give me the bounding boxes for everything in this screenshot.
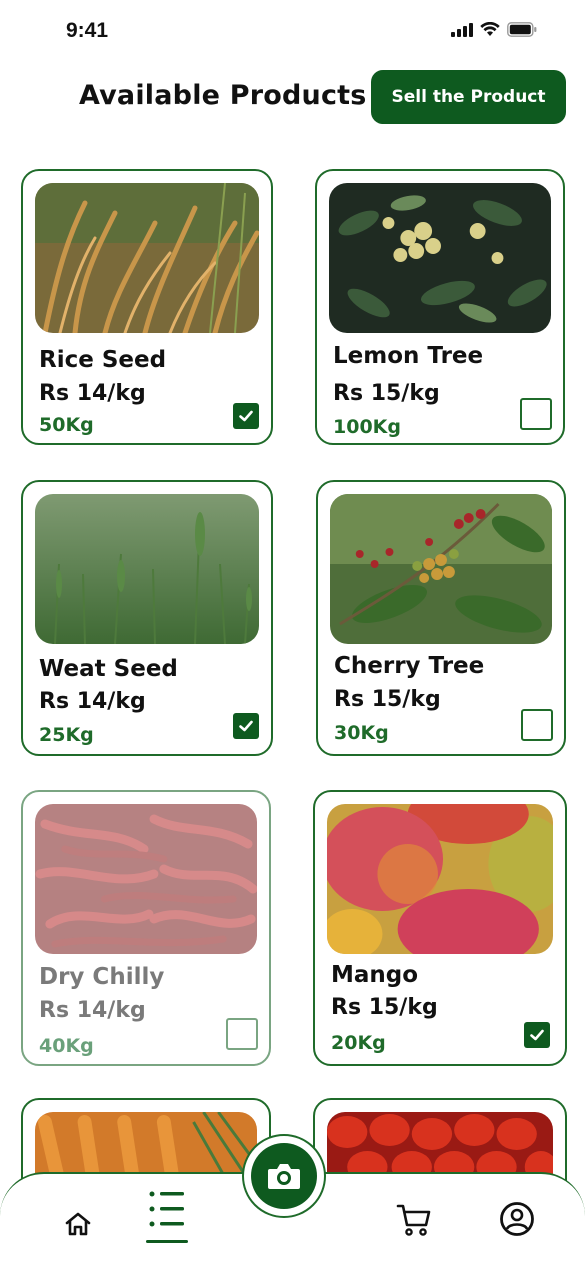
product-quantity: 40Kg	[39, 1035, 94, 1057]
status-bar: 9:41	[0, 0, 585, 60]
product-quantity: 30Kg	[334, 722, 389, 744]
sell-product-button[interactable]: Sell the Product	[371, 70, 566, 124]
product-card-dry-chilly[interactable]: Dry Chilly Rs 14/kg 40Kg	[21, 790, 271, 1066]
product-quantity: 25Kg	[39, 724, 94, 746]
product-name: Rice Seed	[39, 347, 167, 373]
product-price: Rs 14/kg	[39, 381, 146, 406]
rice-seed-photo	[35, 183, 259, 333]
active-tab-indicator	[146, 1240, 188, 1243]
wheat-seed-photo	[35, 494, 259, 644]
product-quantity: 100Kg	[333, 416, 401, 438]
product-name: Weat Seed	[39, 656, 178, 682]
list-icon[interactable]	[142, 1184, 190, 1234]
product-name: Cherry Tree	[334, 653, 485, 679]
product-price: Rs 14/kg	[39, 998, 146, 1023]
camera-icon	[251, 1143, 317, 1209]
product-checkbox[interactable]	[233, 713, 259, 739]
product-card-mango[interactable]: Mango Rs 15/kg 20Kg	[313, 790, 567, 1066]
signal-icon	[451, 22, 473, 37]
product-checkbox[interactable]	[233, 403, 259, 429]
cart-icon[interactable]	[394, 1200, 434, 1240]
lemon-tree-photo	[329, 183, 551, 333]
check-icon	[239, 720, 253, 732]
status-icons	[451, 22, 537, 37]
product-name: Lemon Tree	[333, 343, 484, 369]
product-checkbox[interactable]	[226, 1018, 258, 1050]
wifi-icon	[480, 22, 500, 36]
product-price: Rs 15/kg	[334, 687, 441, 712]
product-quantity: 50Kg	[39, 414, 94, 436]
product-price: Rs 15/kg	[331, 995, 438, 1020]
cherry-tree-photo	[330, 494, 552, 644]
product-price: Rs 15/kg	[333, 381, 440, 406]
product-card-lemon-tree[interactable]: Lemon Tree Rs 15/kg 100Kg	[315, 169, 565, 445]
product-checkbox[interactable]	[524, 1022, 550, 1048]
product-price: Rs 14/kg	[39, 689, 146, 714]
product-checkbox[interactable]	[521, 709, 553, 741]
dry-chilly-photo	[35, 804, 257, 954]
product-card-cherry-tree[interactable]: Cherry Tree Rs 15/kg 30Kg	[316, 480, 566, 756]
product-quantity: 20Kg	[331, 1032, 386, 1054]
mango-photo	[327, 804, 553, 954]
check-icon	[239, 410, 253, 422]
page-title: Available Products	[79, 80, 367, 111]
product-name: Mango	[331, 962, 419, 988]
check-icon	[530, 1029, 544, 1041]
product-card-rice-seed[interactable]: Rice Seed Rs 14/kg 50Kg	[21, 169, 273, 445]
camera-button[interactable]	[242, 1134, 326, 1218]
product-card-weat-seed[interactable]: Weat Seed Rs 14/kg 25Kg	[21, 480, 273, 756]
product-name: Dry Chilly	[39, 964, 165, 990]
home-icon[interactable]	[60, 1206, 96, 1242]
status-time: 9:41	[66, 19, 109, 42]
battery-icon	[507, 22, 537, 37]
profile-icon[interactable]	[497, 1199, 537, 1239]
product-checkbox[interactable]	[520, 398, 552, 430]
